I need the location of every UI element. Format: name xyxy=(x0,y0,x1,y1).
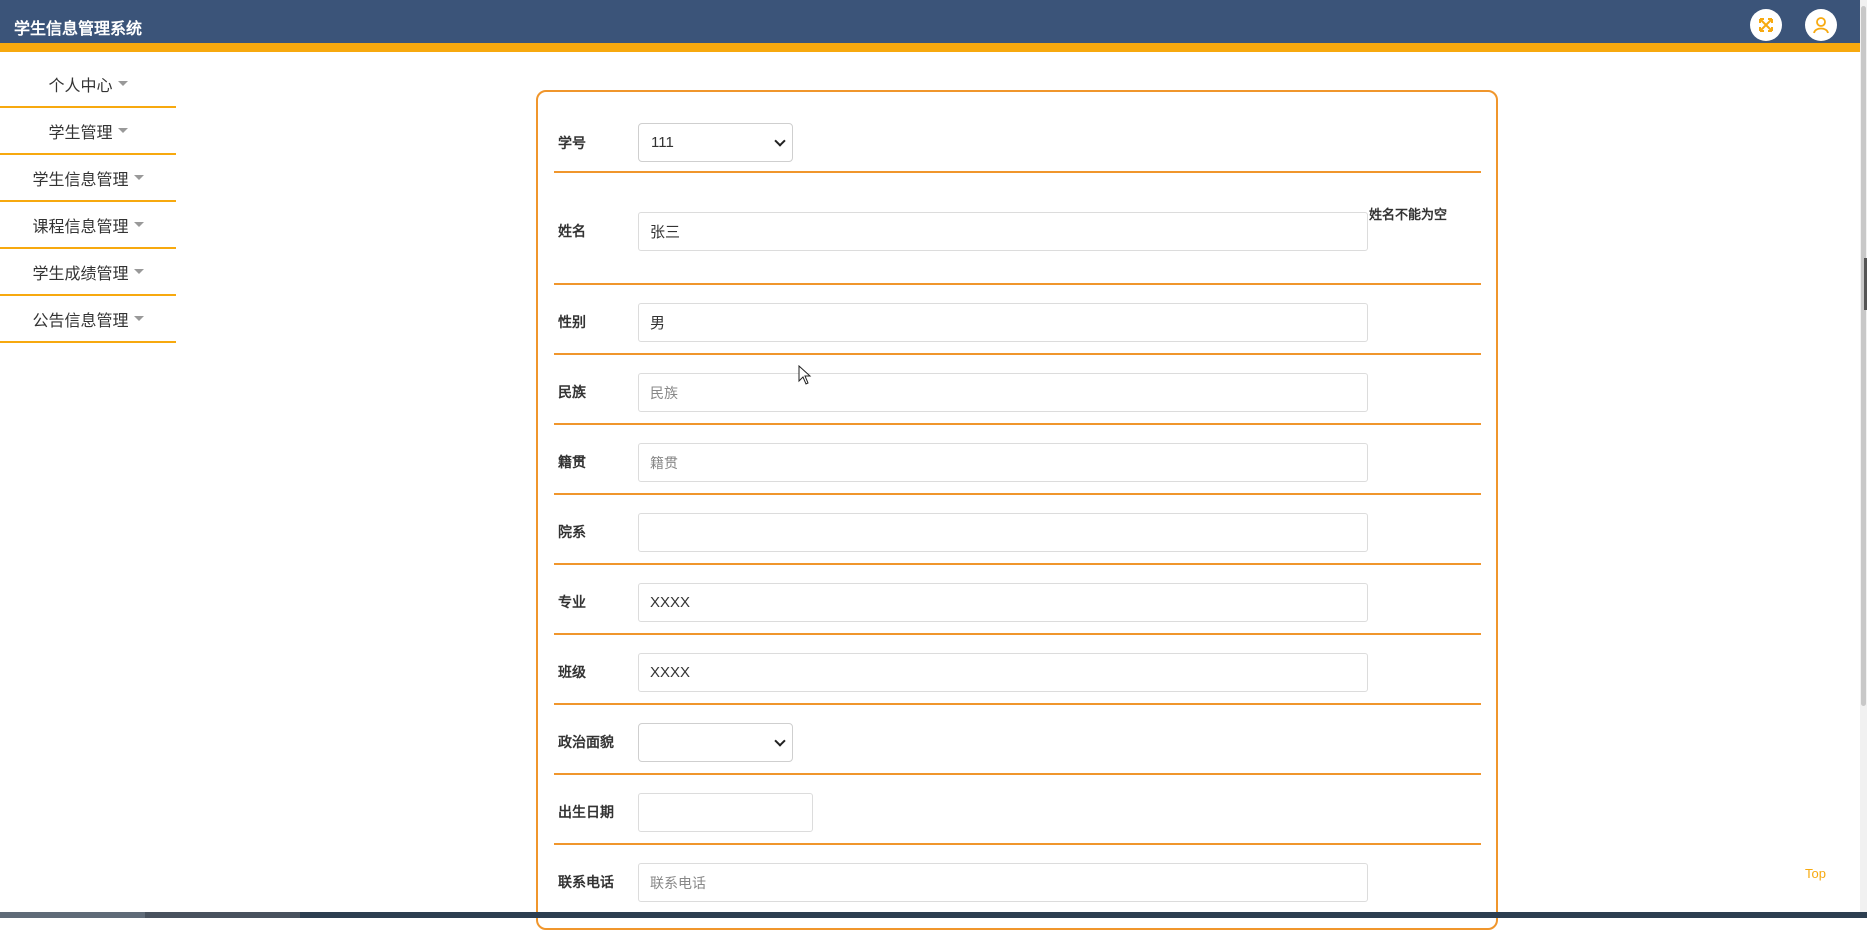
form-row-political: 政治面貌 xyxy=(554,707,1481,775)
form-row-hometown: 籍贯 籍贯 xyxy=(554,427,1481,495)
chevron-down-icon xyxy=(774,735,786,747)
header-accent-bar xyxy=(0,43,1860,52)
birth-date-input[interactable] xyxy=(638,793,813,832)
major-label: 专业 xyxy=(558,594,586,610)
sidebar-nav: 个人中心 学生管理 学生信息管理 课程信息管理 学生成绩管理 公告信息管理 xyxy=(0,61,176,343)
major-input[interactable]: XXXX xyxy=(638,583,1368,622)
phone-label: 联系电话 xyxy=(558,874,614,890)
caret-down-icon xyxy=(133,269,144,274)
form-row-major: 专业 XXXX xyxy=(554,567,1481,635)
gender-input[interactable]: 男 xyxy=(638,303,1368,342)
sidebar-item-grades[interactable]: 学生成绩管理 xyxy=(0,249,176,296)
page-scrollbar[interactable] xyxy=(1860,0,1867,918)
caret-down-icon xyxy=(133,175,144,180)
form-row-ethnicity: 民族 民族 xyxy=(554,357,1481,425)
caret-down-icon xyxy=(133,222,144,227)
sidebar-item-announcements[interactable]: 公告信息管理 xyxy=(0,296,176,343)
student-id-value: 111 xyxy=(651,134,674,151)
sidebar-item-label: 课程信息管理 xyxy=(32,218,129,236)
class-label: 班级 xyxy=(558,664,586,680)
sidebar-item-label: 学生管理 xyxy=(48,124,113,142)
user-icon xyxy=(1813,17,1829,34)
mouse-cursor-icon xyxy=(798,365,812,385)
form-row-department: 院系 xyxy=(554,497,1481,565)
form-row-name: 姓名 张三 姓名不能为空 xyxy=(554,175,1481,285)
department-label: 院系 xyxy=(558,524,586,540)
phone-input[interactable]: 联系电话 xyxy=(638,863,1368,902)
student-id-select[interactable]: 111 xyxy=(638,123,793,162)
sidebar-item-course-info[interactable]: 课程信息管理 xyxy=(0,202,176,249)
sidebar-item-student-info[interactable]: 学生信息管理 xyxy=(0,155,176,202)
form-row-student-id: 学号 111 xyxy=(554,92,1481,173)
student-id-label: 学号 xyxy=(558,135,586,151)
scrollbar-thumb[interactable] xyxy=(1861,6,1866,706)
form-row-class: 班级 XXXX xyxy=(554,637,1481,705)
birth-date-label: 出生日期 xyxy=(558,804,614,820)
ethnicity-input[interactable]: 民族 xyxy=(638,373,1368,412)
sidebar-item-label: 学生成绩管理 xyxy=(32,265,129,283)
taskbar-item[interactable] xyxy=(145,912,300,918)
chevron-down-icon xyxy=(774,135,786,147)
political-select[interactable] xyxy=(638,723,793,762)
top-header: 学生信息管理系统 xyxy=(0,0,1860,52)
ethnicity-label: 民族 xyxy=(558,384,586,400)
class-input[interactable]: XXXX xyxy=(638,653,1368,692)
name-error-message: 姓名不能为空 xyxy=(1369,207,1448,222)
sidebar-item-student-mgmt[interactable]: 学生管理 xyxy=(0,108,176,155)
department-input[interactable] xyxy=(638,513,1368,552)
student-form: 学号 111 姓名 张三 姓名不能为空 性别 男 民族 民族 籍贯 籍贯 院系 … xyxy=(536,90,1498,930)
app-title: 学生信息管理系统 xyxy=(14,21,143,38)
gender-label: 性别 xyxy=(558,314,586,330)
sidebar-item-label: 公告信息管理 xyxy=(32,312,129,330)
form-row-birth-date: 出生日期 xyxy=(554,777,1481,845)
sidebar-item-label: 学生信息管理 xyxy=(32,171,129,189)
form-row-gender: 性别 男 xyxy=(554,287,1481,355)
caret-down-icon xyxy=(117,81,128,86)
os-taskbar xyxy=(0,912,1867,918)
hometown-input[interactable]: 籍贯 xyxy=(638,443,1368,482)
back-to-top-link[interactable]: Top xyxy=(1805,866,1826,881)
name-input[interactable]: 张三 xyxy=(638,212,1368,251)
hometown-label: 籍贯 xyxy=(558,454,586,470)
caret-down-icon xyxy=(117,128,128,133)
caret-down-icon xyxy=(133,316,144,321)
user-menu-button[interactable] xyxy=(1805,9,1837,41)
political-label: 政治面貌 xyxy=(558,734,614,750)
sidebar-item-label: 个人中心 xyxy=(48,77,113,95)
name-label: 姓名 xyxy=(558,223,586,239)
sidebar-item-personal-center[interactable]: 个人中心 xyxy=(0,61,176,108)
fullscreen-button[interactable] xyxy=(1750,9,1782,41)
taskbar-item[interactable] xyxy=(0,912,145,918)
form-row-phone: 联系电话 联系电话 xyxy=(554,847,1481,917)
expand-arrows-icon xyxy=(1759,18,1773,32)
